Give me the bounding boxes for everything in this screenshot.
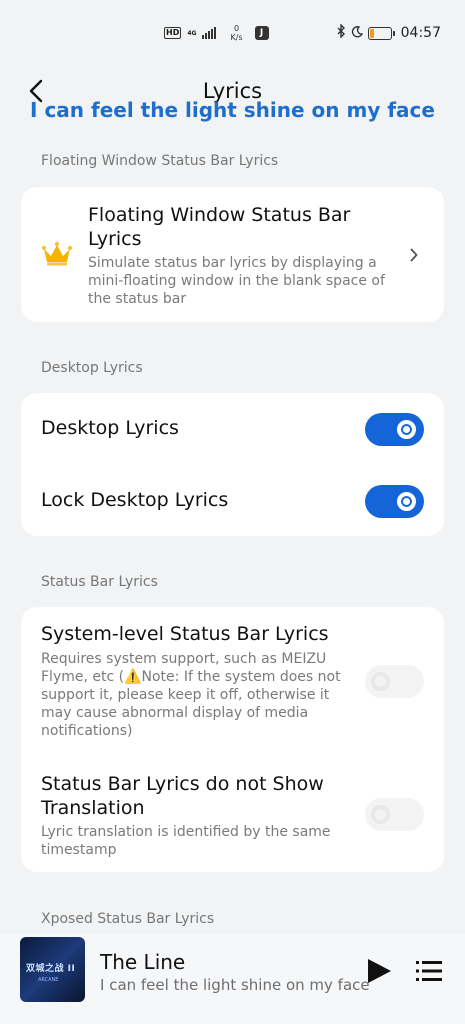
app-notification-icon: J xyxy=(254,26,269,40)
track-title: The Line xyxy=(100,950,186,974)
system-status-bar-lyrics-label: System-level Status Bar Lyrics xyxy=(41,623,329,645)
album-art-subtitle: ARCANE xyxy=(38,977,59,983)
toggle-knob xyxy=(371,672,390,691)
section-label-xposed: Xposed Status Bar Lyrics xyxy=(41,911,215,927)
floating-window-card[interactable]: Floating Window Status Bar Lyrics Simula… xyxy=(21,187,444,322)
signal-icon xyxy=(202,27,217,39)
system-status-bar-lyrics-toggle[interactable] xyxy=(365,665,424,698)
section-label-floating: Floating Window Status Bar Lyrics xyxy=(41,153,279,169)
status-bar-right: 04:57 xyxy=(337,23,441,42)
network-type: 4G xyxy=(187,29,197,37)
mini-player[interactable]: 双城之战 II ARCANE The Line I can feel the l… xyxy=(0,934,465,1024)
play-icon xyxy=(368,959,391,983)
network-speed: 0 K/s xyxy=(230,24,242,42)
floating-window-title: Floating Window Status Bar Lyrics xyxy=(88,204,351,250)
no-translation-description: Lyric translation is identified by the s… xyxy=(41,824,331,858)
hd-badge: HD xyxy=(164,27,182,39)
status-bar: HD 4G 0 K/s J 04:57 xyxy=(0,0,465,66)
album-art-title: 双城之战 II xyxy=(26,964,76,974)
toggle-knob xyxy=(397,492,416,511)
desktop-lyrics-card: Desktop Lyrics Lock Desktop Lyrics xyxy=(21,393,444,536)
playlist-button[interactable] xyxy=(416,960,442,986)
toggle-knob xyxy=(371,805,390,824)
playlist-icon xyxy=(416,961,442,981)
moon-icon xyxy=(351,25,363,41)
floating-lyric-overlay: I can feel the light shine on my face xyxy=(30,98,435,122)
play-button[interactable] xyxy=(366,958,392,988)
desktop-lyrics-label: Desktop Lyrics xyxy=(41,417,179,439)
network-speed-value: 0 xyxy=(233,24,240,33)
no-translation-toggle[interactable] xyxy=(365,798,424,831)
status-bar-center: HD 4G 0 K/s J xyxy=(164,24,269,42)
no-translation-label: Status Bar Lyrics do not Show Translatio… xyxy=(41,773,324,819)
system-status-bar-lyrics-description: Requires system support, such as MEIZU F… xyxy=(41,651,341,739)
lock-desktop-lyrics-toggle[interactable] xyxy=(365,485,424,518)
battery-fill xyxy=(369,28,374,38)
lock-desktop-lyrics-label: Lock Desktop Lyrics xyxy=(41,489,229,511)
album-art[interactable]: 双城之战 II ARCANE xyxy=(20,937,85,1002)
bluetooth-icon xyxy=(337,23,346,42)
network-speed-unit: K/s xyxy=(230,33,243,42)
section-label-status-bar: Status Bar Lyrics xyxy=(41,574,158,590)
clock: 04:57 xyxy=(400,25,441,41)
section-label-desktop: Desktop Lyrics xyxy=(41,360,143,376)
track-lyric: I can feel the light shine on my face xyxy=(100,976,370,994)
floating-window-description: Simulate status bar lyrics by displaying… xyxy=(88,255,385,307)
desktop-lyrics-toggle[interactable] xyxy=(365,413,424,446)
toggle-knob xyxy=(397,420,416,439)
battery-icon xyxy=(367,26,395,40)
crown-icon xyxy=(41,241,73,271)
status-bar-lyrics-card: System-level Status Bar Lyrics Requires … xyxy=(21,607,444,872)
chevron-right-icon xyxy=(410,247,418,266)
